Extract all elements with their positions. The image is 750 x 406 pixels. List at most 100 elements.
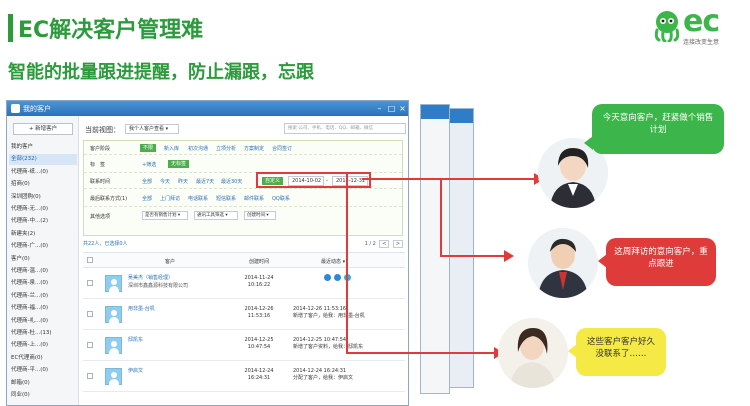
filter-panel: 客户阶段 不限 新入库 初次沟通 立项分析 方案制定 合同签订 标 签 +筛选 … <box>83 140 403 236</box>
row-checkbox[interactable] <box>87 280 93 286</box>
customer-name[interactable]: 伊启文 <box>128 367 143 374</box>
activity-text: 新增了客户资料，给我：邸凯东 <box>293 344 364 350</box>
new-customer-button[interactable]: + 新增客户 <box>13 123 73 135</box>
avatar <box>105 275 122 292</box>
row-checkbox[interactable] <box>87 342 93 348</box>
sidebar-item[interactable]: 代理商-上...(0) <box>9 340 77 351</box>
contact-icons <box>324 274 354 283</box>
person-photo-2 <box>528 228 598 298</box>
contact-option[interactable]: 最近7天 <box>196 178 214 185</box>
row-checkbox[interactable] <box>87 311 93 317</box>
created-time: 10:47:54 <box>247 344 271 350</box>
contact-option[interactable]: 今天 <box>160 178 170 185</box>
pager: 1 / 2 < > <box>365 240 403 248</box>
sidebar-item[interactable]: 代理商-中...(2) <box>9 216 77 227</box>
qq-icon[interactable] <box>324 274 331 281</box>
col-created: 创建时间 <box>249 259 270 265</box>
bubble-tail <box>568 344 577 358</box>
stage-filter-row: 客户阶段 不限 新入库 初次沟通 立项分析 方案制定 合同签订 <box>84 141 402 155</box>
contact-option[interactable]: 最近30天 <box>221 178 242 185</box>
pager-text: 1 / 2 <box>364 241 376 247</box>
prev-page-button[interactable]: < <box>379 240 390 248</box>
created-date: 2014-12-24 16:24:31 <box>239 368 279 382</box>
sales-plan-select[interactable]: 是否有销售计划 ▾ <box>142 211 188 220</box>
tag-label: 标 签 <box>90 162 106 168</box>
create-time-select[interactable]: 创建时间 ▾ <box>244 211 276 220</box>
view-select[interactable]: 我个人客户查看 ▾ <box>125 124 179 134</box>
customer-window: 我的客户 – □ × + 新增客户 我的客户 全部(232) 代理商-纸...(0)… <box>6 100 409 406</box>
sidebar-item[interactable]: 代理商-温...(0) <box>9 266 77 277</box>
method-option[interactable]: 电话联系 <box>188 195 208 202</box>
sidebar-item[interactable]: 新建夹(2) <box>9 229 77 240</box>
speech-bubble-green: 今天意向客户，赶紧做个销售计划 <box>592 104 724 154</box>
activity-time: 2014-12-25 10:47:54 <box>293 337 347 343</box>
sidebar-item[interactable]: 同业(0) <box>9 390 77 401</box>
contact-tool-select[interactable]: 通讯工具筛选 ▾ <box>194 211 238 220</box>
contact-option[interactable]: 昨天 <box>178 178 188 185</box>
table-row[interactable]: 吴美杰（销售经理） 深圳市鑫鑫源科技有限公司 2014-11-24 10:16:22 <box>83 269 405 299</box>
method-option[interactable]: 上门拜访 <box>160 195 180 202</box>
stage-option[interactable]: 合同签订 <box>272 145 292 152</box>
recent-activity: 2014-12-26 11:53:16 新增了客户，给我：用非墨-台机 <box>293 306 403 320</box>
col-recent[interactable]: 最近动态 ▾ <box>321 258 345 265</box>
sidebar-item[interactable]: EC代理商(0) <box>9 353 77 364</box>
view-label: 当前视图： <box>85 126 120 134</box>
contact-method-label: 最后联系方式(1) <box>90 196 128 202</box>
arrow-head-icon <box>504 250 514 262</box>
table-row[interactable]: 用非墨-台机 2014-12-26 11:53:16 2014-12-26 11:53… <box>83 300 405 330</box>
main-content: 当前视图： 我个人客户查看 ▾ 搜索 公司、手机、电话、QQ、邮箱、微信 客户阶… <box>79 116 408 405</box>
avatar <box>105 306 122 323</box>
created-day: 2014-12-24 <box>244 368 274 374</box>
method-option[interactable]: QQ联系 <box>272 195 290 202</box>
sidebar-item[interactable]: 代理商-福...(0) <box>9 303 77 314</box>
sidebar-item[interactable]: 代理商-平...(0) <box>9 365 77 376</box>
sidebar-item[interactable]: 招商(0) <box>9 179 77 190</box>
activity-text: 新增了客户，给我：用非墨-台机 <box>293 313 365 319</box>
octopus-logo-icon <box>654 11 680 42</box>
method-option[interactable]: 邮件联系 <box>244 195 264 202</box>
stage-option[interactable]: 方案制定 <box>244 145 264 152</box>
method-option[interactable]: 短信联系 <box>216 195 236 202</box>
stage-option[interactable]: 不限 <box>140 144 157 152</box>
customer-name[interactable]: 用非墨-台机 <box>128 305 155 312</box>
recent-activity: 2014-12-25 10:47:54 新增了客户资料，给我：邸凯东 <box>293 337 403 351</box>
sidebar-item[interactable]: 代理商-无...(0) <box>9 204 77 215</box>
search-input[interactable]: 搜索 公司、手机、电话、QQ、邮箱、微信 <box>284 123 406 134</box>
sidebar-item[interactable]: 客户(0) <box>9 254 77 265</box>
avatar <box>105 368 122 385</box>
sidebar-item[interactable]: 深圳团购(0) <box>9 192 77 203</box>
sidebar-item[interactable]: 代理商-纸...(0) <box>9 167 77 178</box>
customer-name[interactable]: 邸凯东 <box>128 336 143 343</box>
stage-option[interactable]: 初次沟通 <box>188 145 208 152</box>
close-icon[interactable]: × <box>398 104 407 113</box>
select-all-checkbox[interactable] <box>87 257 93 263</box>
method-option[interactable]: 全部 <box>142 195 152 202</box>
row-checkbox[interactable] <box>87 373 93 379</box>
table-row[interactable]: 伊启文 2014-12-24 16:24:31 2014-12-24 16:24:31… <box>83 362 405 392</box>
table-row[interactable]: 邸凯东 2014-12-25 10:47:54 2014-12-25 10:47:54… <box>83 331 405 361</box>
sidebar-item[interactable]: 代理商-泉...(0) <box>9 278 77 289</box>
next-page-button[interactable]: > <box>393 240 403 248</box>
sidebar-item[interactable]: 全部(232) <box>9 154 77 166</box>
arrow-line-drop <box>440 178 442 256</box>
activity-time: 2014-12-26 11:53:16 <box>293 306 347 312</box>
sidebar-item[interactable]: 代理商-杜...(13) <box>9 328 77 339</box>
stage-option[interactable]: 新入库 <box>164 145 179 152</box>
speech-bubble-red: 这周拜访的意向客户，重点跟进 <box>606 238 716 286</box>
phone-icon[interactable] <box>334 274 341 281</box>
no-tag-option[interactable]: 无标签 <box>168 160 190 168</box>
contact-option[interactable]: 全部 <box>142 178 152 185</box>
tag-filter-button[interactable]: +筛选 <box>142 161 156 168</box>
sidebar-item[interactable]: 我的客户 <box>9 142 77 153</box>
sidebar-item[interactable]: 邮箱(0) <box>9 378 77 389</box>
sidebar-item[interactable]: 代理商-兰...(0) <box>9 291 77 302</box>
maximize-icon[interactable]: □ <box>387 104 396 113</box>
stage-option[interactable]: 立项分析 <box>216 145 236 152</box>
recent-activity: 2014-12-24 16:24:31 分配了客户，给我：伊启文 <box>293 368 403 382</box>
created-day: 2014-12-26 <box>244 306 274 312</box>
minimize-icon[interactable]: – <box>375 104 384 113</box>
sidebar-item[interactable]: 代理商-礼...(0) <box>9 316 77 327</box>
customer-name[interactable]: 吴美杰（销售经理） <box>128 274 173 281</box>
sidebar-item[interactable]: 代理商-广...(0) <box>9 241 77 252</box>
stage-label: 客户阶段 <box>90 146 111 152</box>
